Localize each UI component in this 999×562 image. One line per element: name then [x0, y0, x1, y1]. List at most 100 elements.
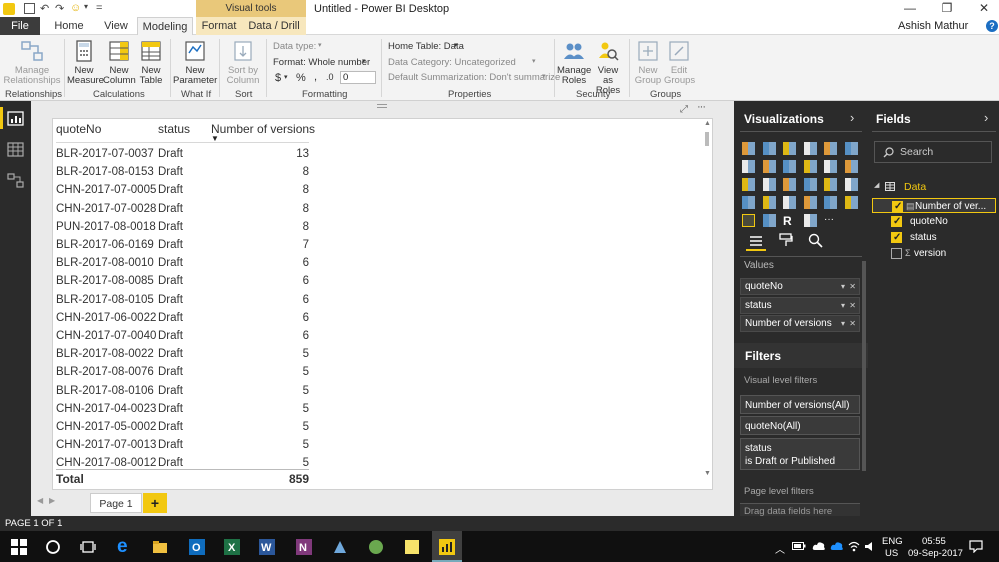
more-options-icon[interactable]: ···: [697, 101, 706, 113]
focus-mode-icon[interactable]: ⤢: [680, 104, 688, 115]
paint-roller-icon[interactable]: [779, 233, 793, 247]
cell-status[interactable]: Draft: [158, 275, 183, 287]
filter-card-number-of-versions[interactable]: Number of versions(All): [740, 395, 860, 414]
treemap-icon[interactable]: [803, 178, 817, 191]
language-code[interactable]: ENG: [882, 536, 903, 547]
remove-field-icon[interactable]: ✕: [849, 316, 856, 331]
value-well-item[interactable]: quoteNo ▾ ✕: [740, 278, 860, 295]
help-icon[interactable]: ?: [986, 20, 998, 32]
dropdown-arrow-icon[interactable]: ▾: [841, 316, 845, 331]
battery-icon[interactable]: [792, 541, 806, 551]
field-checkbox[interactable]: [891, 230, 902, 245]
page-tab-page-1[interactable]: Page 1: [90, 493, 142, 513]
column-header-status[interactable]: status: [158, 122, 190, 136]
clustered-bar-icon[interactable]: [783, 142, 796, 155]
clustered-column-icon[interactable]: [803, 142, 817, 155]
cell-status[interactable]: Draft: [158, 330, 183, 342]
cell-status[interactable]: Draft: [158, 257, 183, 269]
edit-groups-button[interactable]: Edit Groups: [664, 39, 695, 86]
stacked-area-icon[interactable]: [783, 160, 796, 173]
cell-status[interactable]: Draft: [158, 439, 183, 451]
drop-zone[interactable]: Drag data fields here: [740, 503, 860, 516]
currency-button[interactable]: $: [275, 72, 281, 84]
onenote-icon[interactable]: N: [296, 539, 312, 555]
new-parameter-button[interactable]: New Parameter: [173, 39, 217, 86]
remove-field-icon[interactable]: ✕: [849, 298, 856, 313]
tab-file[interactable]: File: [0, 17, 40, 35]
cell-number-of-versions[interactable]: 8: [269, 184, 309, 196]
clock-time[interactable]: 05:55: [922, 536, 946, 547]
field-item[interactable]: quoteNo: [872, 214, 996, 229]
cell-number-of-versions[interactable]: 8: [269, 166, 309, 178]
collapse-visualizations-icon[interactable]: ›: [850, 110, 854, 125]
report-view-icon[interactable]: [7, 111, 24, 126]
area-chart-icon[interactable]: [762, 160, 776, 173]
cell-quoteno[interactable]: BLR-2017-08-0022: [56, 348, 154, 360]
cell-status[interactable]: Draft: [158, 221, 183, 233]
cell-quoteno[interactable]: BLR-2017-08-0106: [56, 385, 154, 397]
view-as-roles-button[interactable]: View as Roles: [592, 39, 624, 96]
cell-status[interactable]: Draft: [158, 184, 183, 196]
cell-quoteno[interactable]: CHN-2017-07-0028: [56, 203, 156, 215]
cell-status[interactable]: Draft: [158, 312, 183, 324]
cell-number-of-versions[interactable]: 5: [269, 348, 309, 360]
user-name[interactable]: Ashish Mathur: [898, 20, 968, 32]
waterfall-icon[interactable]: [742, 178, 755, 191]
ribbon-chart-icon[interactable]: [844, 160, 858, 173]
smiley-icon[interactable]: ☺: [70, 2, 81, 14]
tab-format[interactable]: Format: [196, 17, 242, 35]
home-table-dropdown[interactable]: Home Table: Data: [388, 41, 464, 52]
new-table-button[interactable]: New Table: [137, 39, 165, 86]
scrollbar-thumb[interactable]: [705, 132, 709, 146]
cell-status[interactable]: Draft: [158, 294, 183, 306]
value-well-item[interactable]: Number of versions ▾ ✕: [740, 315, 860, 332]
tray-overflow-icon[interactable]: ︿: [775, 541, 785, 556]
dropdown-arrow-icon[interactable]: ▾: [841, 279, 845, 294]
slicer-icon[interactable]: [844, 196, 858, 209]
default-summarization-dropdown[interactable]: Default Summarization: Don't summarize: [388, 72, 560, 83]
format-dropdown[interactable]: Format: Whole number: [273, 57, 370, 68]
cell-number-of-versions[interactable]: 6: [269, 257, 309, 269]
cortana-icon[interactable]: [45, 539, 61, 555]
multi-row-card-icon[interactable]: [803, 196, 817, 209]
keyboard-layout[interactable]: US: [885, 548, 898, 559]
cell-number-of-versions[interactable]: 6: [269, 275, 309, 287]
column-header-quoteno[interactable]: quoteNo: [56, 122, 101, 136]
cell-status[interactable]: Draft: [158, 148, 183, 160]
decimal-places-input[interactable]: 0: [340, 71, 376, 84]
outlook-icon[interactable]: O: [189, 539, 205, 555]
field-checkbox[interactable]: [891, 248, 902, 259]
collapse-fields-icon[interactable]: ›: [984, 110, 988, 125]
data-type-label[interactable]: Data type:: [273, 41, 316, 52]
cell-number-of-versions[interactable]: 5: [269, 385, 309, 397]
task-view-icon[interactable]: [80, 539, 96, 555]
field-checkbox[interactable]: [891, 214, 902, 229]
edge-browser-icon[interactable]: e: [117, 536, 133, 557]
word-icon[interactable]: W: [259, 539, 275, 555]
cell-quoteno[interactable]: CHN-2017-05-0002: [56, 421, 156, 433]
app-icon-green[interactable]: [368, 539, 384, 555]
page-nav-prev-icon[interactable]: ◀: [37, 496, 43, 505]
data-view-icon[interactable]: [7, 142, 24, 157]
line-column-icon[interactable]: [803, 160, 817, 173]
scroll-up-icon[interactable]: ▲: [704, 120, 711, 127]
filter-card-quoteno[interactable]: quoteNo(All): [740, 416, 860, 435]
pie-chart-icon[interactable]: [762, 178, 776, 191]
page-nav-next-icon[interactable]: ▶: [49, 496, 55, 505]
stacked-bar-icon[interactable]: [742, 142, 755, 155]
cell-status[interactable]: Draft: [158, 348, 183, 360]
cell-quoteno[interactable]: CHN-2017-07-0040: [56, 330, 156, 342]
map-icon[interactable]: [824, 178, 837, 191]
expand-chevron-icon[interactable]: ◢: [874, 181, 879, 189]
viz-pane-scrollbar[interactable]: [862, 261, 866, 471]
cell-number-of-versions[interactable]: 6: [269, 312, 309, 324]
globe-icon[interactable]: [803, 214, 817, 227]
line-clustered-icon[interactable]: [824, 160, 837, 173]
action-center-icon[interactable]: [969, 540, 983, 553]
cell-number-of-versions[interactable]: 6: [269, 294, 309, 306]
cell-status[interactable]: Draft: [158, 421, 183, 433]
100-column-icon[interactable]: [844, 142, 858, 155]
cell-quoteno[interactable]: CHN-2017-06-0022: [56, 312, 156, 324]
maximize-button[interactable]: ❐: [937, 1, 957, 15]
analytics-magnifier-icon[interactable]: [808, 233, 823, 248]
